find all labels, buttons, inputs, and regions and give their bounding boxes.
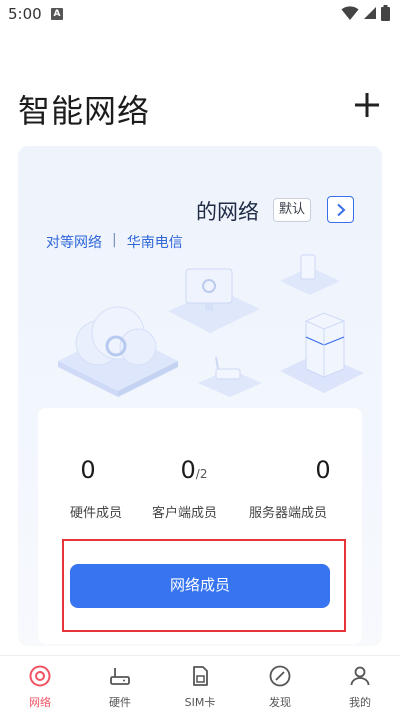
nav-label: 我的 bbox=[349, 696, 371, 709]
phone-illustration bbox=[280, 254, 340, 295]
nav-label: SIM卡 bbox=[184, 696, 216, 709]
status-bar: 5:00 A bbox=[0, 0, 400, 28]
nav-label: 网络 bbox=[29, 696, 51, 709]
page-title: 智能网络 bbox=[18, 92, 151, 130]
chevron-right-icon bbox=[336, 203, 345, 216]
notification-icon: A bbox=[51, 8, 63, 20]
nav-label: 硬件 bbox=[109, 696, 131, 709]
status-time: 5:00 bbox=[8, 5, 42, 23]
network-name: 的网络 bbox=[196, 200, 259, 224]
network-detail-button[interactable] bbox=[327, 196, 354, 223]
battery-icon bbox=[381, 5, 390, 21]
router-illustration bbox=[198, 356, 262, 397]
status-icons bbox=[341, 5, 390, 21]
nav-item-sim[interactable]: SIM卡 bbox=[160, 656, 240, 712]
cloud-illustration bbox=[58, 306, 178, 397]
stat-client: 0/2 bbox=[144, 456, 244, 484]
network-isp: 华南电信 bbox=[126, 235, 183, 251]
subtitle-separator: | bbox=[112, 232, 117, 248]
stat-label-hardware: 硬件成员 bbox=[70, 506, 123, 521]
sim-card-icon bbox=[193, 666, 208, 686]
stat-hardware: 0 bbox=[38, 456, 138, 484]
monitor-illustration bbox=[168, 268, 260, 333]
signal-icon bbox=[364, 7, 376, 19]
stat-value: 0 bbox=[180, 456, 196, 484]
nav-item-discover[interactable]: 发现 bbox=[240, 656, 320, 712]
bottom-nav: 网络 硬件 SIM卡 发现 我的 bbox=[0, 655, 400, 712]
stat-value: 0 bbox=[80, 456, 96, 484]
stat-server: 0 bbox=[273, 456, 373, 484]
default-badge: 默认 bbox=[273, 198, 312, 222]
stat-label-server: 服务器端成员 bbox=[249, 506, 328, 521]
nav-item-hardware[interactable]: 硬件 bbox=[80, 656, 160, 712]
stat-value: 0 bbox=[315, 456, 331, 484]
network-icon bbox=[29, 665, 51, 687]
network-type: 对等网络 bbox=[46, 235, 102, 251]
nav-label: 发现 bbox=[269, 696, 291, 709]
network-subtitle: 对等网络 | 华南电信 bbox=[46, 232, 183, 252]
compass-icon bbox=[269, 665, 291, 687]
server-illustration bbox=[280, 312, 364, 393]
network-illustration bbox=[58, 254, 364, 397]
add-icon[interactable] bbox=[354, 92, 380, 118]
stat-label-client: 客户端成员 bbox=[152, 506, 218, 521]
nav-item-network[interactable]: 网络 bbox=[0, 656, 80, 712]
profile-icon bbox=[350, 666, 370, 686]
router-icon bbox=[110, 668, 130, 685]
stat-suffix: /2 bbox=[195, 467, 208, 481]
wifi-icon bbox=[341, 6, 359, 20]
nav-item-profile[interactable]: 我的 bbox=[320, 656, 400, 712]
network-members-button[interactable]: 网络成员 bbox=[70, 564, 330, 608]
